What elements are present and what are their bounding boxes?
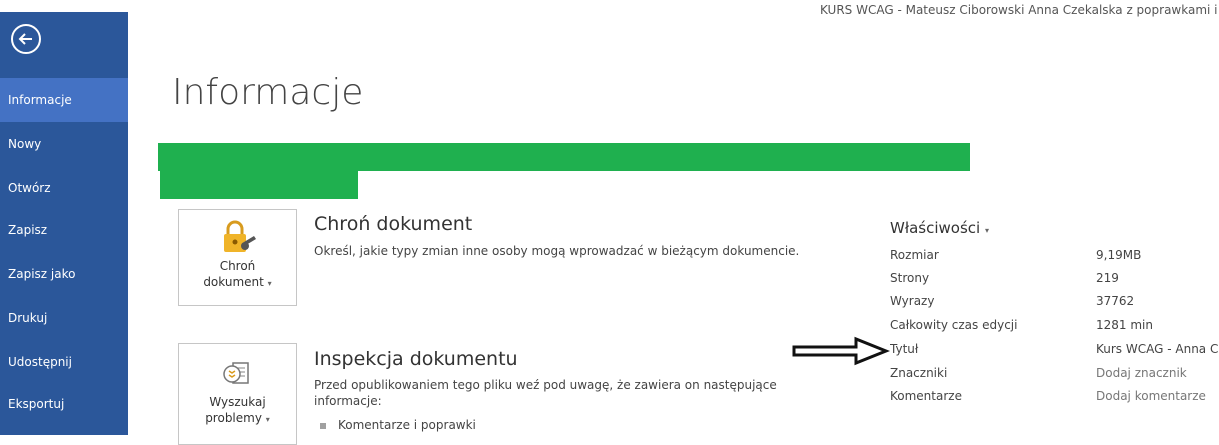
protect-section-description: Określ, jakie typy zmian inne osoby mogą… — [314, 244, 800, 258]
back-arrow-icon — [18, 33, 32, 45]
list-item: Komentarze i poprawki — [320, 418, 476, 432]
sidebar-item-nowy[interactable]: Nowy — [0, 122, 128, 166]
property-value: 1281 min — [1096, 318, 1153, 332]
properties-title: Właściwości — [890, 219, 981, 237]
sidebar-item-eksportuj[interactable]: Eksportuj — [0, 382, 128, 426]
protect-tile-label-2: dokument — [203, 275, 264, 289]
lock-key-icon — [223, 220, 256, 252]
property-label: Rozmiar — [890, 248, 939, 262]
property-row: Całkowity czas edycji 1281 min — [890, 314, 1219, 336]
property-row: Komentarze Dodaj komentarze — [890, 385, 1219, 407]
redaction-bar — [158, 143, 970, 171]
title-value-field[interactable]: Kurs WCAG - Anna C — [1096, 338, 1218, 360]
sidebar-item-zapisz[interactable]: Zapisz — [0, 208, 128, 252]
property-label: Strony — [890, 271, 930, 285]
add-tag-field[interactable]: Dodaj znacznik — [1096, 362, 1187, 384]
inspect-section-description: Przed opublikowaniem tego pliku weź pod … — [314, 378, 777, 408]
arrow-right-icon — [792, 336, 890, 366]
redaction-bar — [160, 171, 358, 199]
property-row: Rozmiar 9,19MB — [890, 244, 1219, 266]
property-value: 9,19MB — [1096, 248, 1142, 262]
document-title: KURS WCAG - Mateusz Ciborowski Anna Czek… — [820, 3, 1218, 17]
add-comments-field[interactable]: Dodaj komentarze — [1096, 385, 1206, 407]
page-title: Informacje — [172, 72, 364, 113]
inspect-document-icon — [222, 362, 249, 384]
chevron-down-icon: ▾ — [267, 279, 272, 288]
property-label: Wyrazy — [890, 294, 935, 308]
sidebar-item-otworz[interactable]: Otwórz — [0, 166, 128, 210]
property-row: Znaczniki Dodaj znacznik — [890, 362, 1219, 384]
property-label: Tytuł — [890, 342, 919, 356]
property-label: Znaczniki — [890, 366, 948, 380]
inspect-section-title: Inspekcja dokumentu — [314, 348, 518, 370]
bullet-label: Komentarze i poprawki — [338, 418, 476, 432]
bullet-square-icon — [320, 422, 326, 429]
chevron-down-icon: ▾ — [984, 226, 989, 235]
property-row: Wyrazy 37762 — [890, 290, 1219, 312]
sidebar-item-drukuj[interactable]: Drukuj — [0, 296, 128, 340]
property-row: Tytuł Kurs WCAG - Anna C — [890, 338, 1219, 360]
property-label: Całkowity czas edycji — [890, 318, 1018, 332]
inspect-tile-label-1: Wyszukaj — [209, 395, 266, 409]
protect-document-button[interactable]: Chroń dokument ▾ — [178, 209, 297, 306]
protect-tile-label-1: Chroń — [219, 259, 256, 273]
properties-dropdown[interactable]: Właściwości ▾ — [890, 219, 989, 237]
back-button[interactable] — [11, 24, 41, 54]
chevron-down-icon: ▾ — [265, 415, 270, 424]
sidebar-item-zapisz-jako[interactable]: Zapisz jako — [0, 252, 128, 296]
sidebar-item-informacje[interactable]: Informacje — [0, 78, 128, 122]
protect-section-title: Chroń dokument — [314, 213, 473, 235]
sidebar-item-udostepnij[interactable]: Udostępnij — [0, 340, 128, 384]
check-for-issues-button[interactable]: Wyszukaj problemy ▾ — [178, 343, 297, 445]
property-value: 219 — [1096, 271, 1119, 285]
backstage-sidebar: Informacje Nowy Otwórz Zapisz Zapisz jak… — [0, 12, 128, 435]
property-label: Komentarze — [890, 389, 962, 403]
property-row: Strony 219 — [890, 267, 1219, 289]
inspect-tile-label-2: problemy — [205, 411, 262, 425]
property-value: 37762 — [1096, 294, 1135, 308]
